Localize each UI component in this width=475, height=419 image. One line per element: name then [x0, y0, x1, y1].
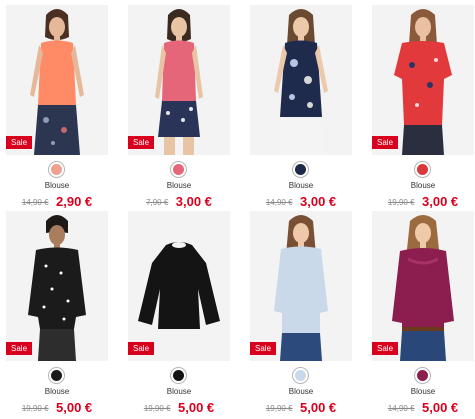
model-photo — [274, 9, 328, 155]
price-row: 19,90 € 5,00 € — [128, 399, 230, 417]
model-photo — [30, 9, 84, 155]
product-name[interactable]: Blouse — [372, 387, 474, 396]
sale-badge: Sale — [128, 342, 155, 355]
product-name[interactable]: Blouse — [250, 181, 352, 190]
price-row: 14,90 € 3,00 € — [250, 193, 352, 211]
product-name[interactable]: Blouse — [250, 387, 352, 396]
sale-badge: Sale — [128, 136, 155, 149]
sale-badge: Sale — [250, 342, 277, 355]
product-grid: Sale Blouse 14,90 € 2,90 € Sale Blouse 7… — [0, 0, 475, 419]
swatch-color — [417, 370, 428, 381]
sale-badge: Sale — [372, 342, 399, 355]
price-row: 14,90 € 5,00 € — [372, 399, 474, 417]
product-image[interactable]: Sale — [250, 211, 352, 361]
price-row: 19,90 € 5,00 € — [6, 399, 108, 417]
color-swatch[interactable] — [48, 367, 65, 384]
color-swatch[interactable] — [292, 161, 309, 178]
product-name[interactable]: Blouse — [6, 387, 108, 396]
sale-price: 3,00 € — [175, 194, 212, 209]
color-swatch[interactable] — [48, 161, 65, 178]
sale-badge: Sale — [6, 136, 33, 149]
product-name[interactable]: Blouse — [128, 387, 230, 396]
model-photo — [155, 9, 203, 155]
old-price: 14,90 € — [265, 198, 293, 207]
product-name[interactable]: Blouse — [6, 181, 108, 190]
swatch-color — [417, 164, 428, 175]
sale-price: 5,00 € — [56, 400, 93, 415]
old-price: 14,90 € — [387, 404, 415, 413]
model-photo — [392, 215, 454, 361]
sale-price: 2,90 € — [56, 194, 93, 209]
product-image[interactable]: Sale — [6, 211, 108, 361]
product-card[interactable]: Sale Blouse 14,90 € 2,90 € — [6, 5, 108, 210]
model-photo — [394, 9, 452, 155]
color-swatch[interactable] — [170, 367, 187, 384]
color-swatch[interactable] — [170, 161, 187, 178]
swatch-color — [173, 164, 184, 175]
old-price: 7,90 € — [146, 198, 169, 207]
garment-photo — [138, 242, 220, 329]
price-row: 19,90 € 3,00 € — [372, 193, 474, 211]
old-price: 19,90 € — [21, 404, 49, 413]
product-card[interactable]: Sale Blouse 7,90 € 3,00 € — [128, 5, 230, 210]
sale-price: 5,00 € — [422, 400, 459, 415]
sale-price: 3,00 € — [300, 194, 337, 209]
product-image[interactable]: Sale — [128, 5, 230, 155]
product-image[interactable]: Sale — [128, 211, 230, 361]
old-price: 19,90 € — [143, 404, 171, 413]
sale-badge: Sale — [372, 136, 399, 149]
product-card[interactable]: Blouse 14,90 € 3,00 € — [250, 5, 352, 210]
product-card[interactable]: Sale Blouse 19,90 € 5,00 € — [128, 211, 230, 416]
color-swatch[interactable] — [414, 161, 431, 178]
swatch-color — [173, 370, 184, 381]
product-name[interactable]: Blouse — [372, 181, 474, 190]
swatch-color — [51, 164, 62, 175]
model-photo — [28, 215, 86, 361]
model-photo — [274, 215, 328, 361]
product-card[interactable]: Sale Blouse 19,90 € 5,00 € — [6, 211, 108, 416]
swatch-color — [295, 164, 306, 175]
product-image[interactable]: Sale — [372, 5, 474, 155]
product-name[interactable]: Blouse — [128, 181, 230, 190]
price-row: 19,90 € 5,00 € — [250, 399, 352, 417]
price-row: 14,90 € 2,90 € — [6, 193, 108, 211]
product-card[interactable]: Sale Blouse 19,90 € 5,00 € — [250, 211, 352, 416]
price-row: 7,90 € 3,00 € — [128, 193, 230, 211]
sale-badge: Sale — [6, 342, 33, 355]
old-price: 19,90 € — [387, 198, 415, 207]
swatch-color — [295, 370, 306, 381]
sale-price: 5,00 € — [178, 400, 215, 415]
swatch-color — [51, 370, 62, 381]
product-image[interactable]: Sale — [6, 5, 108, 155]
product-image[interactable] — [250, 5, 352, 155]
old-price: 14,90 € — [21, 198, 49, 207]
sale-price: 5,00 € — [300, 400, 337, 415]
product-card[interactable]: Sale Blouse 14,90 € 5,00 € — [372, 211, 474, 416]
sale-price: 3,00 € — [422, 194, 459, 209]
color-swatch[interactable] — [292, 367, 309, 384]
product-image[interactable]: Sale — [372, 211, 474, 361]
product-card[interactable]: Sale Blouse 19,90 € 3,00 € — [372, 5, 474, 210]
old-price: 19,90 € — [265, 404, 293, 413]
color-swatch[interactable] — [414, 367, 431, 384]
